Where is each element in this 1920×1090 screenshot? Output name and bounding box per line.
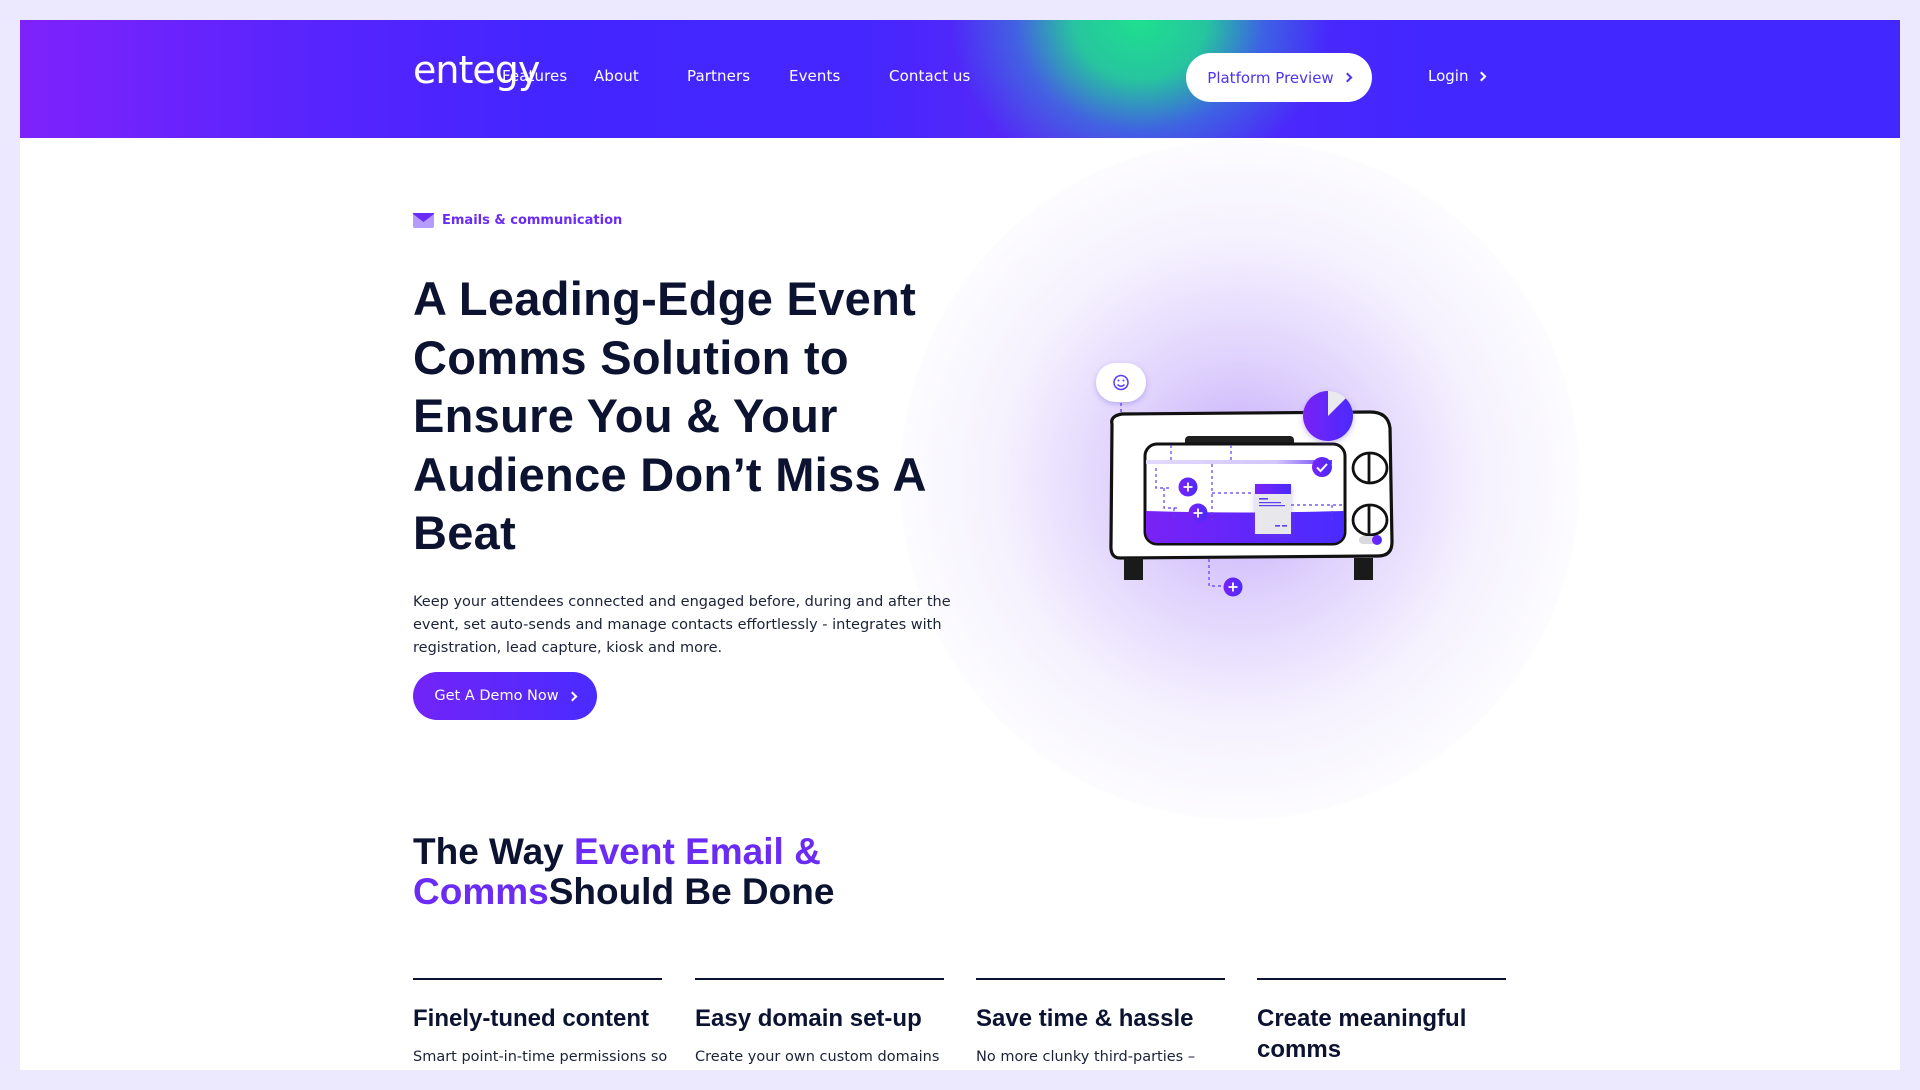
- toaster-oven-illustration: [1096, 363, 1394, 597]
- login-link[interactable]: Login: [1428, 67, 1487, 85]
- get-demo-label: Get A Demo Now: [434, 688, 559, 704]
- nav-contact[interactable]: Contact us: [889, 67, 970, 85]
- chevron-right-icon: [1477, 71, 1487, 81]
- oven-bottom-fill: [1146, 511, 1344, 543]
- envelope-icon: [413, 213, 434, 228]
- progress-bar: [1146, 460, 1332, 464]
- platform-preview-label: Platform Preview: [1207, 68, 1334, 87]
- oven-knob: [1351, 503, 1389, 537]
- section-title-part1: The Way: [413, 831, 575, 872]
- feature-card: Save time & hassle No more clunky third-…: [976, 978, 1225, 1068]
- feature-title: Save time & hassle: [976, 1005, 1194, 1032]
- feature-divider: [976, 978, 1225, 980]
- feature-description: Smart point-in-time permissions so: [413, 1049, 668, 1065]
- get-demo-button[interactable]: Get A Demo Now: [413, 672, 597, 720]
- login-label: Login: [1428, 67, 1469, 85]
- category-tag-label: Emails & communication: [442, 213, 623, 228]
- feature-divider: [413, 978, 662, 980]
- feature-divider: [1257, 978, 1506, 980]
- connector-line: [1208, 559, 1223, 587]
- chevron-right-icon: [567, 691, 578, 701]
- feature-title: Easy domain set-up: [695, 1005, 922, 1032]
- section-title: The Way Event Email & CommsShould Be Don…: [413, 832, 1013, 912]
- plus-icon: [1223, 577, 1243, 597]
- category-tag: Emails & communication: [413, 213, 622, 228]
- nav-about[interactable]: About: [594, 67, 639, 85]
- oven-foot-left: [1124, 558, 1143, 580]
- oven-knob: [1351, 451, 1389, 485]
- feature-title: Create meaningful comms: [1257, 1005, 1467, 1063]
- feature-card: Create meaningful comms: [1257, 978, 1506, 1070]
- feature-title: Finely-tuned content: [413, 1005, 649, 1032]
- platform-preview-button[interactable]: Platform Preview: [1186, 53, 1372, 102]
- hero-description: Keep your attendees connected and engage…: [413, 594, 951, 656]
- feature-divider: [695, 978, 944, 980]
- toggle-switch: [1359, 535, 1382, 545]
- plus-icon: [1178, 477, 1198, 497]
- site-header: entegy Features About Partners Events Co…: [20, 20, 1900, 138]
- chevron-right-icon: [1342, 72, 1353, 83]
- smiley-badge: [1096, 363, 1146, 402]
- check-circle-icon: [1312, 457, 1332, 477]
- feature-card: Finely-tuned content Smart point-in-time…: [413, 978, 668, 1068]
- nav-features[interactable]: Features: [502, 67, 567, 85]
- hero-title: A Leading-Edge Event Comms Solution to E…: [413, 272, 926, 559]
- pie-progress-icon: [1303, 391, 1353, 441]
- feature-card: Easy domain set-up Create your own custo…: [695, 978, 944, 1068]
- feature-description: Create your own custom domains: [695, 1049, 940, 1065]
- page-frame: entegy Features About Partners Events Co…: [20, 20, 1900, 1070]
- plus-icon: [1188, 503, 1208, 523]
- feature-description: No more clunky third-parties –: [976, 1049, 1196, 1065]
- nav-partners[interactable]: Partners: [687, 67, 750, 85]
- section-title-part2: Should Be Done: [548, 871, 835, 912]
- nav-events[interactable]: Events: [789, 67, 840, 85]
- oven-foot-right: [1354, 558, 1373, 580]
